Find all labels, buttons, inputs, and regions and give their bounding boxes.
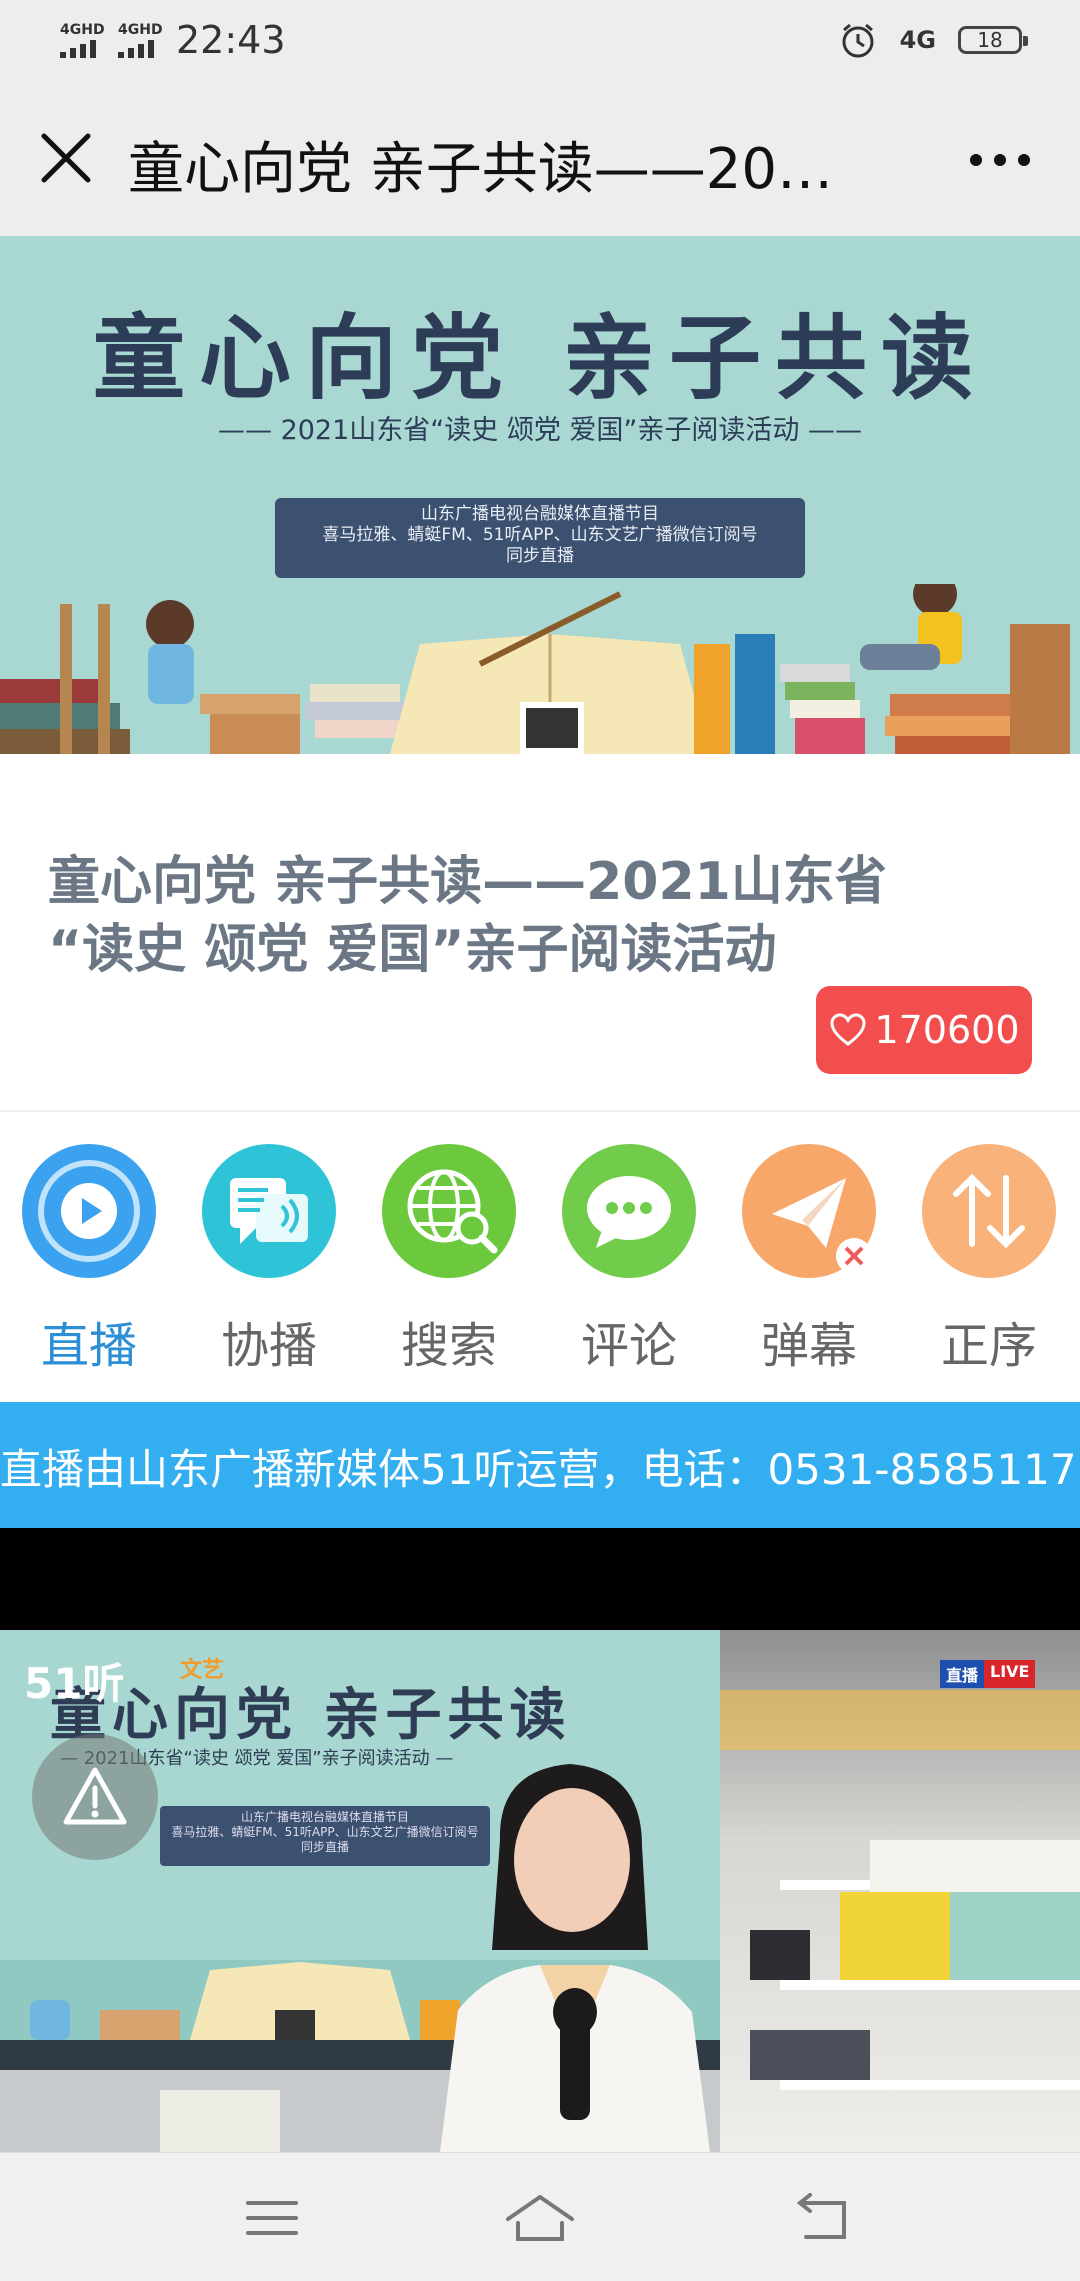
battery-level: 18 — [977, 28, 1003, 52]
menu-icon[interactable] — [242, 2193, 302, 2243]
tab-search[interactable]: 搜索 — [374, 1144, 524, 1376]
presenter-figure — [440, 1764, 710, 2152]
search-globe-icon — [382, 1144, 516, 1278]
tab-comment-label: 评论 — [580, 1318, 677, 1374]
heart-icon — [830, 1013, 866, 1046]
like-button[interactable]: 170600 — [816, 986, 1032, 1074]
event-title-line1: 童心向党 亲子共读——2021山东省 — [48, 852, 887, 912]
like-count: 170600 — [874, 1008, 1020, 1052]
tab-danmaku-label: 弹幕 — [760, 1318, 857, 1374]
event-title-line2: “读史 颂党 爱国”亲子阅读活动 — [48, 920, 777, 980]
tab-co-broadcast-label: 协播 — [220, 1318, 317, 1374]
system-navigation-bar — [0, 2152, 1080, 2281]
status-bar: 4GHD 4GHD 22:43 4G 18 — [0, 0, 1080, 82]
home-icon[interactable] — [504, 2193, 576, 2243]
function-icon-row: 直播 协播 搜索 评论 弹幕 正序 — [0, 1112, 1080, 1402]
report-button[interactable] — [32, 1734, 158, 1860]
tab-sort[interactable]: 正序 — [914, 1144, 1064, 1376]
alarm-icon — [842, 23, 874, 58]
network-label: 4GHD — [60, 22, 105, 38]
network-type-icon: 4G — [899, 26, 936, 54]
tab-live-label: 直播 — [40, 1318, 137, 1374]
title-section: 童心向党 亲子共读——2021山东省 “读史 颂党 爱国”亲子阅读活动 1706… — [0, 772, 1080, 1112]
video-top-bar — [0, 1528, 1080, 1630]
comment-icon — [562, 1144, 696, 1278]
co-broadcast-icon — [202, 1144, 336, 1278]
screen-title: 童心向党 亲子共读 — [50, 1682, 572, 1748]
signal-strength-icon: 4GHD — [60, 22, 105, 58]
tab-co-broadcast[interactable]: 协播 — [194, 1144, 344, 1376]
banner-info-line: 喜马拉雅、蜻蜓FM、51听APP、山东文艺广播微信订阅号 — [322, 525, 758, 545]
banner-info-line: 同步直播 — [506, 546, 574, 566]
banner-info-box: 山东广播电视台融媒体直播节目 喜马拉雅、蜻蜓FM、51听APP、山东文艺广播微信… — [275, 498, 805, 578]
wenyi-radio-logo: 文艺 — [180, 1658, 225, 1683]
play-icon — [22, 1144, 156, 1278]
live-badge-en: LIVE — [984, 1660, 1036, 1688]
sort-icon — [922, 1144, 1056, 1278]
tab-sort-label: 正序 — [940, 1318, 1037, 1374]
banner-subtitle: —— 2021山东省“读史 颂党 爱国”亲子阅读活动 —— — [217, 415, 863, 446]
tab-comment[interactable]: 评论 — [554, 1144, 704, 1376]
event-title: 童心向党 亲子共读——2021山东省 “读史 颂党 爱国”亲子阅读活动 — [48, 848, 1028, 984]
books-illustration — [0, 584, 1070, 754]
page-title: 童心向党 亲子共读——20… — [128, 137, 834, 202]
more-options-icon[interactable] — [970, 140, 1040, 180]
battery-icon: 18 — [958, 26, 1028, 54]
tab-live[interactable]: 直播 — [14, 1144, 164, 1376]
live-badge-cn: 直播 — [940, 1660, 985, 1688]
tab-danmaku[interactable]: 弹幕 — [734, 1144, 884, 1376]
tab-search-label: 搜索 — [400, 1318, 497, 1374]
notice-text: 直播由山东广播新媒体51听运营，电话：0531-8585117 — [0, 1445, 1077, 1494]
back-icon[interactable] — [794, 2193, 854, 2243]
clock: 22:43 — [176, 18, 286, 62]
banner-image: 童心向党 亲子共读 —— 2021山东省“读史 颂党 爱国”亲子阅读活动 —— … — [0, 236, 1080, 754]
paper-plane-icon — [742, 1144, 876, 1278]
warning-icon — [63, 1767, 127, 1825]
live-badge: 直播 LIVE — [940, 1660, 1036, 1688]
51-logo: 51听 — [24, 1659, 125, 1708]
banner-title: 童心向党 亲子共读 — [92, 304, 988, 412]
banner-info-line: 山东广播电视台融媒体直播节目 — [421, 504, 659, 524]
signal-strength-icon-2: 4GHD — [118, 22, 163, 58]
notice-banner: 直播由山东广播新媒体51听运营，电话：0531-8585117 — [0, 1402, 1080, 1528]
nav-bar: 童心向党 亲子共读——20… — [0, 82, 1080, 236]
live-video-player[interactable]: 童心向党 亲子共读 — 2021山东省“读史 颂党 爱国”亲子阅读活动 — 山东… — [0, 1630, 1080, 2152]
close-icon[interactable] — [36, 128, 96, 188]
network-label-2: 4GHD — [118, 22, 163, 38]
